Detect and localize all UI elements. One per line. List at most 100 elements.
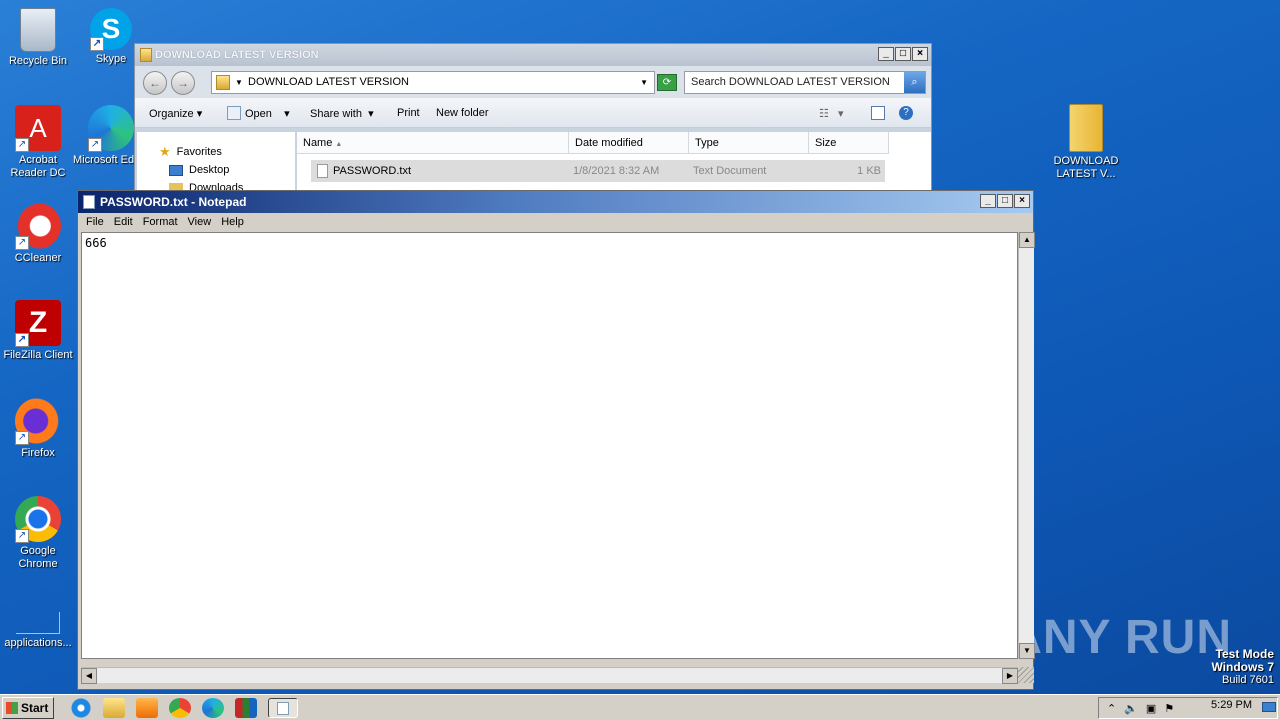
new-folder-button[interactable]: New folder [436,107,489,119]
acrobat-icon: A ↗ [15,105,61,152]
address-bar[interactable]: ▼ DOWNLOAD LATEST VERSION ▼ [211,71,655,94]
volume-icon[interactable]: 🔈 [1124,702,1138,715]
text-area[interactable]: 666 [81,232,1018,659]
scroll-left-icon[interactable]: ◀ [81,668,97,684]
explorer-window[interactable]: DOWNLOAD LATEST VERSION _ □ × ← → ▼ DOWN… [134,43,932,193]
applications-shortcut[interactable]: applications... [0,612,76,650]
ie-icon[interactable] [70,697,92,718]
maximize-button[interactable]: □ [997,194,1013,208]
nav-favorites[interactable]: ★ Favorites [159,144,222,160]
vertical-scrollbar[interactable]: ▲ ▼ [1018,232,1035,659]
notepad-taskbar-button[interactable] [268,697,298,718]
notepad-window[interactable]: PASSWORD.txt - Notepad _ □ × File Edit F… [77,190,1035,690]
notepad-titlebar[interactable]: PASSWORD.txt - Notepad _ □ × [78,191,1033,213]
folder-icon [140,48,152,62]
recycle-bin-label: Recycle Bin [8,55,68,67]
test-mode-line3: Build 7601 [1222,674,1274,686]
command-bar: Organize ▾ Open ▾ Share with ▾ Print New… [135,98,931,128]
address-dropdown-icon[interactable]: ▼ [640,72,648,93]
search-placeholder: Search DOWNLOAD LATEST VERSION [691,76,890,88]
filezilla-shortcut[interactable]: Z ↗ FileZilla Client [0,300,76,362]
organize-button[interactable]: Organize ▾ [149,107,202,120]
open-icon [227,106,241,120]
network-icon[interactable]: ▣ [1146,702,1156,715]
acrobat-shortcut[interactable]: A ↗ Acrobat Reader DC [0,105,76,180]
ccleaner-icon: ↗ [15,203,61,250]
column-type[interactable]: Type [689,132,809,154]
chrome-icon: ↗ [15,496,61,543]
filezilla-icon: Z ↗ [15,300,61,347]
shortcut-arrow-icon: ↗ [15,529,29,543]
chrome-shortcut[interactable]: ↗ Google Chrome [0,496,76,571]
flag-icon[interactable]: ⚑ [1164,702,1174,715]
search-icon[interactable]: ⌕ [904,72,925,93]
open-button[interactable]: Open ▾ [245,107,290,120]
column-size[interactable]: Size [809,132,889,154]
refresh-button[interactable]: ⟳ [657,74,677,91]
applications-label: applications... [4,637,72,649]
nav-desktop[interactable]: Desktop [169,164,229,176]
scroll-right-icon[interactable]: ▶ [1002,668,1018,684]
column-date-modified[interactable]: Date modified [569,132,689,154]
firefox-shortcut[interactable]: ↗ Firefox [0,398,76,460]
firefox-icon: ↗ [15,398,61,445]
blank-file-icon [16,612,60,634]
explorer-titlebar[interactable]: DOWNLOAD LATEST VERSION _ □ × [135,44,931,66]
winrar-icon[interactable] [235,697,257,718]
chevron-down-icon[interactable]: ▼ [235,72,243,93]
resize-grip[interactable] [1018,667,1034,683]
file-type: Text Document [693,165,767,177]
chrome-taskbar-icon[interactable] [169,697,191,718]
download-folder-shortcut[interactable]: DOWNLOAD LATEST V... [1048,104,1124,181]
shortcut-arrow-icon: ↗ [15,431,29,445]
minimize-button[interactable]: _ [980,194,996,208]
file-name: PASSWORD.txt [333,165,412,177]
minimize-button[interactable]: _ [878,47,894,61]
print-button[interactable]: Print [397,107,420,119]
notepad-title: PASSWORD.txt - Notepad [100,195,247,209]
close-button[interactable]: × [912,47,928,61]
ccleaner-shortcut[interactable]: ↗ CCleaner [0,203,76,265]
back-button[interactable]: ← [143,71,167,95]
search-input[interactable]: Search DOWNLOAD LATEST VERSION ⌕ [684,71,926,94]
shortcut-arrow-icon: ↗ [15,138,29,152]
explorer-title: DOWNLOAD LATEST VERSION [155,49,319,61]
menu-view[interactable]: View [183,213,217,231]
notepad-icon [83,195,95,209]
test-mode-notice: Test Mode Windows 7 Build 7601 [1211,648,1274,687]
share-with-button[interactable]: Share with ▾ [310,107,374,120]
menu-file[interactable]: File [81,213,109,231]
edge-taskbar-icon[interactable] [202,697,224,718]
anyrun-watermark: ANY RUN [1007,611,1232,664]
horizontal-scrollbar[interactable]: ◀ ▶ [81,667,1018,684]
start-button[interactable]: Start [2,696,54,719]
explorer-icon[interactable] [103,697,125,718]
tray-expand-icon[interactable]: ⌃ [1107,702,1116,715]
notepad-icon [277,701,289,715]
show-desktop-icon[interactable] [1262,702,1276,712]
file-date: 1/8/2021 8:32 AM [573,165,660,177]
download-folder-label: DOWNLOAD LATEST V... [1053,155,1119,180]
help-icon[interactable]: ? [899,106,913,120]
menu-help[interactable]: Help [216,213,249,231]
scroll-down-icon[interactable]: ▼ [1019,643,1035,659]
maximize-button[interactable]: □ [895,47,911,61]
column-name[interactable]: Name ▲ [297,132,569,154]
test-mode-line2: Windows 7 [1211,660,1274,674]
shortcut-arrow-icon: ↗ [88,138,102,152]
view-options-icon[interactable]: ☷ ▾ [819,107,844,120]
edge-label: Microsoft Edge [73,154,135,166]
preview-pane-icon[interactable] [871,106,885,120]
windows-logo-icon [6,701,18,714]
file-row[interactable]: PASSWORD.txt 1/8/2021 8:32 AM Text Docum… [311,160,885,182]
close-button[interactable]: × [1014,194,1030,208]
forward-button[interactable]: → [171,71,195,95]
menu-edit[interactable]: Edit [109,213,138,231]
scroll-up-icon[interactable]: ▲ [1019,232,1035,248]
clock[interactable]: 5:29 PM [1211,699,1252,711]
menu-format[interactable]: Format [138,213,183,231]
folder-icon [216,75,230,90]
recycle-bin-shortcut[interactable]: Recycle Bin [0,8,76,68]
media-player-icon[interactable] [136,697,158,718]
file-size: 1 KB [857,165,881,177]
